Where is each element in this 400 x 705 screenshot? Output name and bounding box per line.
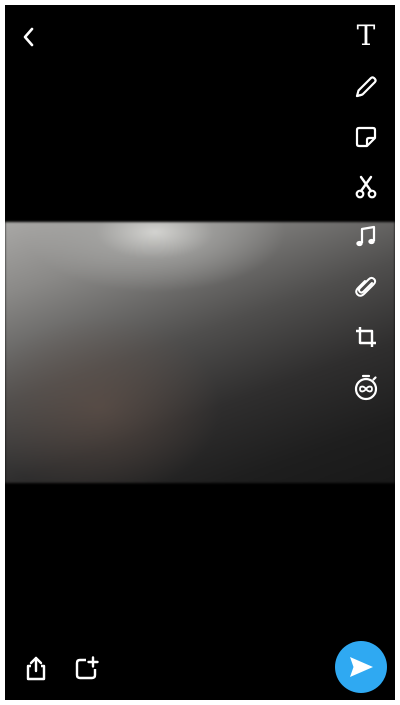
music-tool-button[interactable] [350,221,382,253]
send-button[interactable] [335,641,387,693]
sticker-icon [355,126,377,148]
infinity-timer-icon [354,374,378,401]
draw-tool-button[interactable] [350,71,382,103]
text-tool-button[interactable]: T [350,20,382,52]
snap-editor-screen: T [5,5,395,700]
sticker-tool-button[interactable] [350,121,382,153]
attachment-tool-button[interactable] [350,271,382,303]
captured-photo [5,222,395,483]
crop-tool-button[interactable] [350,321,382,353]
back-button[interactable] [15,23,43,51]
scissors-tool-button[interactable] [350,171,382,203]
send-arrow-icon [350,657,373,677]
add-story-icon [75,656,99,680]
chevron-left-icon [23,27,34,47]
pencil-icon [355,76,377,98]
timer-tool-button[interactable] [350,371,382,403]
share-icon [26,656,46,681]
crop-icon [356,327,376,347]
add-to-story-button[interactable] [71,654,101,684]
music-note-icon [356,225,376,247]
text-icon: T [356,19,376,52]
share-button[interactable] [21,654,51,684]
scissors-icon [355,175,377,199]
paperclip-icon [355,276,377,297]
